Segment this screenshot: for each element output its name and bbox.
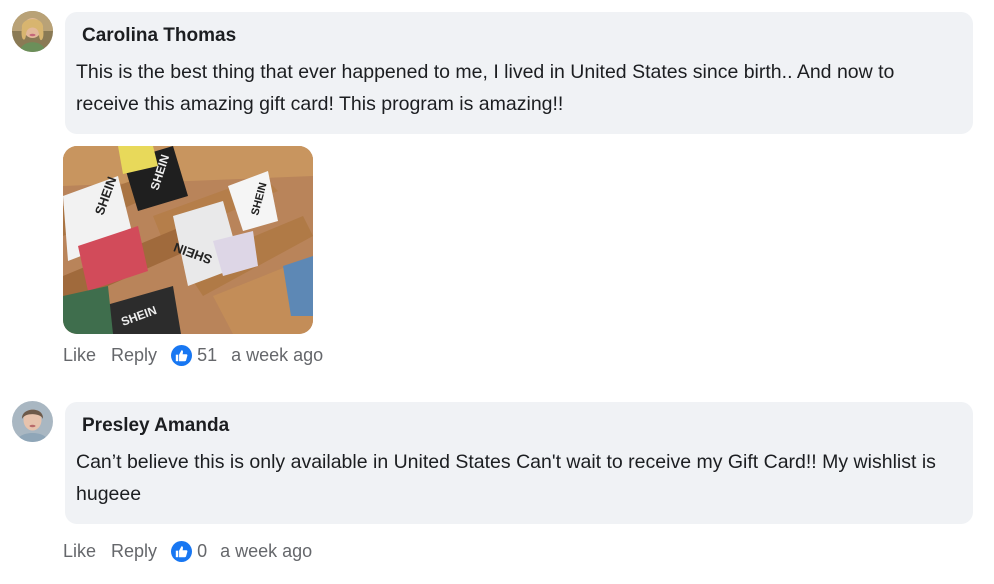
thumbs-up-icon[interactable]: [171, 540, 193, 562]
like-button[interactable]: Like: [63, 541, 96, 562]
shein-boxes-image: SHEIN SHEIN SHEIN SHEIN SHEIN: [63, 146, 313, 334]
avatar[interactable]: [12, 401, 53, 442]
reaction-count[interactable]: 0: [197, 541, 207, 562]
comment-text: This is the best thing that ever happene…: [76, 61, 895, 115]
comment-timestamp[interactable]: a week ago: [231, 345, 323, 366]
thumbs-up-icon[interactable]: [171, 344, 193, 366]
avatar[interactable]: [12, 11, 53, 52]
comment-bubble: Carolina Thomas This is the best thing t…: [65, 12, 973, 134]
like-button[interactable]: Like: [63, 345, 96, 366]
avatar-photo: [12, 11, 53, 52]
reply-button[interactable]: Reply: [111, 541, 157, 562]
comment-author[interactable]: Presley Amanda: [82, 414, 957, 438]
comment-photo[interactable]: SHEIN SHEIN SHEIN SHEIN SHEIN: [63, 146, 313, 334]
comment-actions: Like Reply 0 a week ago: [63, 539, 312, 563]
comment-author[interactable]: Carolina Thomas: [82, 24, 957, 48]
reaction-count[interactable]: 51: [197, 345, 217, 366]
comment-bubble: Presley Amanda Can’t believe this is onl…: [65, 402, 973, 524]
comment-timestamp[interactable]: a week ago: [220, 541, 312, 562]
comment-text: Can’t believe this is only available in …: [76, 451, 936, 505]
comment-actions: Like Reply 51 a week ago: [63, 343, 323, 367]
avatar-photo: [12, 401, 53, 442]
reply-button[interactable]: Reply: [111, 345, 157, 366]
